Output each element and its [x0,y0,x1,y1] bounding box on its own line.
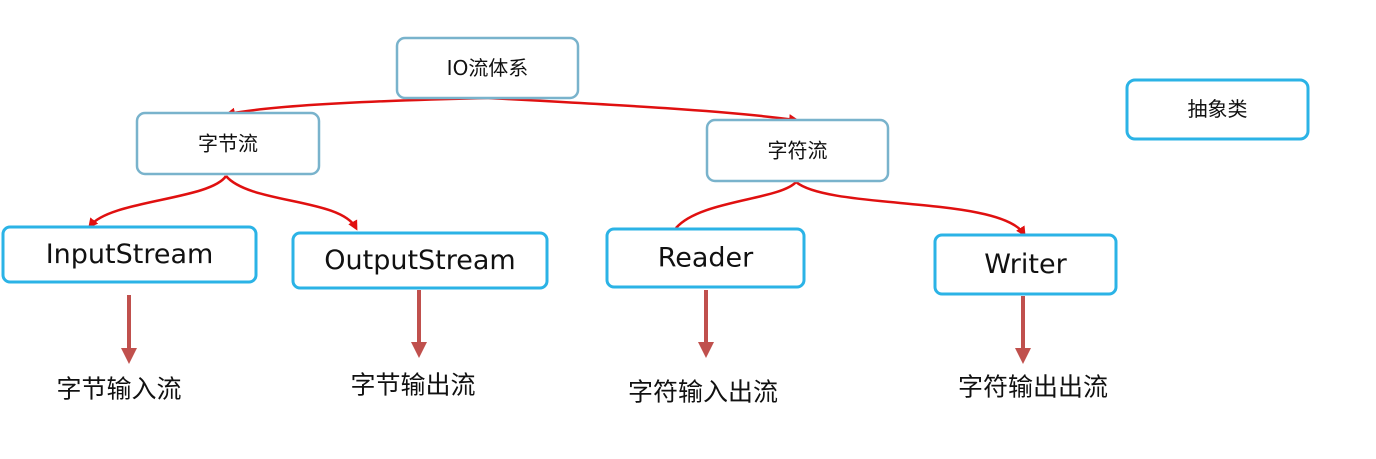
byte-stream-label: 字节流 [198,132,258,156]
edge-char-to-writer [795,181,1026,237]
legend-label: 抽象类 [1188,97,1248,121]
char-stream-node: 字符流 [705,118,890,183]
down-arrow-inputstream [121,295,137,364]
edge-root-to-char-stream [487,96,799,125]
edge-byte-to-inputstream [88,175,228,229]
reader-node: Reader [605,227,806,289]
down-arrow-writer [1015,296,1031,364]
io-stream-diagram: IO流体系 抽象类 字节流 字符流 InputStream OutputStre… [1,36,1310,407]
inputstream-node: InputStream [1,225,258,284]
writer-label: Writer [984,249,1067,280]
edge-byte-to-outputstream [225,175,358,231]
char-stream-label: 字符流 [768,139,828,163]
writer-node: Writer [933,233,1118,296]
caption-byte-output: 字节输出流 [350,371,475,400]
down-arrow-reader [698,290,714,358]
root-node: IO流体系 [395,36,580,100]
inputstream-label: InputStream [46,239,214,270]
caption-char-output: 字符输出出流 [958,373,1108,402]
reader-label: Reader [658,243,754,274]
down-arrow-outputstream [411,290,427,358]
caption-byte-input: 字节输入流 [56,375,181,404]
outputstream-node: OutputStream [291,231,549,290]
edge-char-to-reader [675,181,797,229]
outputstream-label: OutputStream [324,245,515,276]
legend-abstract-class: 抽象类 [1125,78,1310,141]
root-node-label: IO流体系 [447,56,529,80]
caption-char-input: 字符输入出流 [628,378,778,407]
edge-root-to-byte-stream [225,96,489,118]
byte-stream-node: 字节流 [135,111,321,176]
